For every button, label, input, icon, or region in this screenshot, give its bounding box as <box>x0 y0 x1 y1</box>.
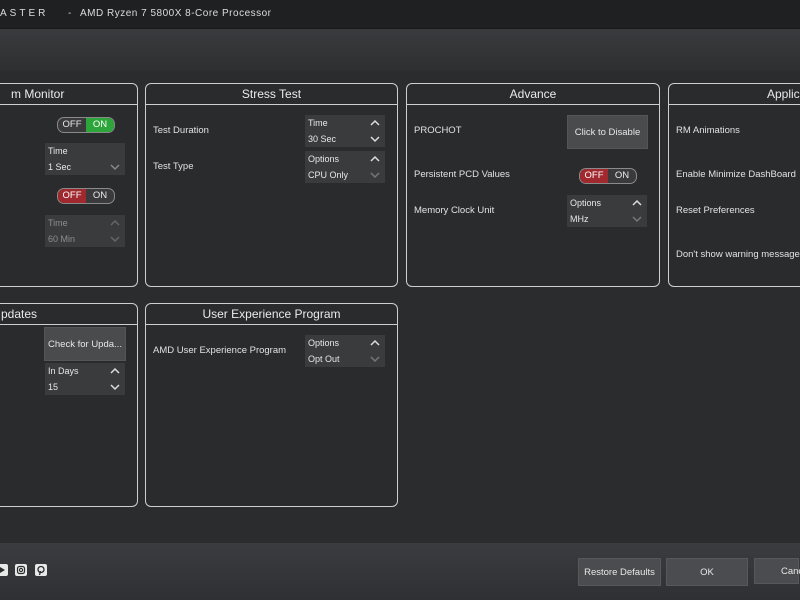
panel-title: pdates <box>0 304 137 325</box>
uxp-label: AMD User Experience Program <box>153 345 287 356</box>
chevron-up-icon[interactable] <box>369 337 381 349</box>
chevron-down-icon[interactable] <box>109 381 121 393</box>
top-band <box>0 29 800 71</box>
test-type-label: Test Type <box>153 161 194 172</box>
monitor-time-dropdown[interactable]: Time 1 Sec <box>45 143 125 175</box>
panel-title: Applica <box>669 84 800 105</box>
system-monitor-panel: m Monitor OFF ON Time 1 Sec OFF ON Time … <box>0 83 138 287</box>
check-for-updates-button[interactable]: Check for Upda... <box>44 327 126 361</box>
dropdown-value: 15 <box>48 382 59 392</box>
dropdown-value: MHz <box>570 214 589 224</box>
chevron-down-icon[interactable] <box>109 233 121 245</box>
toggle-on-label: ON <box>86 118 114 132</box>
youtube-icon[interactable] <box>0 564 8 576</box>
test-type-dropdown[interactable]: Options CPU Only <box>305 151 385 183</box>
restore-defaults-button[interactable]: Restore Defaults <box>578 558 661 586</box>
dropdown-label: In Days <box>48 366 79 376</box>
cancel-button[interactable]: Canc <box>754 558 800 584</box>
persistent-pcd-label: Persistent PCD Values <box>414 169 510 180</box>
prochot-label: PROCHOT <box>414 125 462 136</box>
title-separator: - <box>68 8 72 19</box>
updates-panel: pdates Check for Upda... In Days 15 <box>0 303 138 507</box>
chevron-down-icon[interactable] <box>631 213 643 225</box>
dropdown-label: Time <box>48 146 68 156</box>
logging-toggle-off[interactable]: OFF ON <box>57 188 115 204</box>
dropdown-value: 1 Sec <box>48 162 72 172</box>
app-name: ASTER <box>0 8 49 19</box>
reset-preferences-label: Reset Preferences <box>676 205 755 216</box>
uxp-dropdown[interactable]: Options Opt Out <box>305 335 385 367</box>
memory-clock-label: Memory Clock Unit <box>414 205 495 216</box>
toggle-off-label: OFF <box>580 169 608 183</box>
update-interval-dropdown[interactable]: In Days 15 <box>45 363 125 395</box>
stress-test-panel: Stress Test Test Duration Time 30 Sec Te… <box>145 83 398 287</box>
memory-clock-dropdown[interactable]: Options MHz <box>567 195 647 227</box>
chevron-up-icon[interactable] <box>631 197 643 209</box>
toggle-on-label: ON <box>92 190 108 201</box>
chevron-up-icon[interactable] <box>369 117 381 129</box>
prochot-disable-button[interactable]: Click to Disable <box>567 115 648 149</box>
persistent-pcd-toggle[interactable]: OFF ON <box>579 168 637 184</box>
panel-title: Advance <box>407 84 659 105</box>
dropdown-label: Time <box>48 218 68 228</box>
advance-panel: Advance PROCHOT Click to Disable Persist… <box>406 83 660 287</box>
chevron-up-icon[interactable] <box>109 365 121 377</box>
dropdown-label: Options <box>308 154 340 164</box>
panel-title: User Experience Program <box>146 304 397 325</box>
dropdown-label: Options <box>308 338 340 348</box>
rm-animations-label: RM Animations <box>676 125 740 136</box>
chevron-down-icon[interactable] <box>369 133 381 145</box>
dropdown-label: Options <box>570 198 602 208</box>
chevron-down-icon[interactable] <box>369 353 381 365</box>
ok-button[interactable]: OK <box>666 558 748 586</box>
dont-show-warning-label: Don't show warning message <box>676 249 800 260</box>
dropdown-value: CPU Only <box>308 170 349 180</box>
panel-title: m Monitor <box>0 84 137 105</box>
instagram-icon[interactable] <box>15 564 27 576</box>
monitor-toggle-on[interactable]: OFF ON <box>57 117 115 133</box>
chevron-down-icon[interactable] <box>369 169 381 181</box>
dropdown-value: Opt Out <box>308 354 340 364</box>
toggle-on-label: ON <box>614 170 630 181</box>
user-experience-panel: User Experience Program AMD User Experie… <box>145 303 398 507</box>
dropdown-value: 60 Min <box>48 234 76 244</box>
chevron-up-icon[interactable] <box>109 217 121 229</box>
chevron-up-icon[interactable] <box>369 153 381 165</box>
test-duration-label: Test Duration <box>153 125 209 136</box>
logging-time-dropdown[interactable]: Time 60 Min <box>45 215 125 247</box>
toggle-off-label: OFF <box>58 189 86 203</box>
application-panel: Applica RM Animations Enable Minimize Da… <box>668 83 800 287</box>
minimize-dashboard-label: Enable Minimize DashBoard <box>676 169 796 180</box>
test-duration-dropdown[interactable]: Time 30 Sec <box>305 115 385 147</box>
cpu-name: AMD Ryzen 7 5800X 8-Core Processor <box>80 8 272 19</box>
toggle-off-label: OFF <box>62 119 82 130</box>
pinterest-icon[interactable] <box>35 564 47 576</box>
panel-title: Stress Test <box>146 84 397 105</box>
dropdown-label: Time <box>308 118 328 128</box>
chevron-down-icon[interactable] <box>109 161 121 173</box>
title-bar: ASTER - AMD Ryzen 7 5800X 8-Core Process… <box>0 0 800 29</box>
dropdown-value: 30 Sec <box>308 134 337 144</box>
